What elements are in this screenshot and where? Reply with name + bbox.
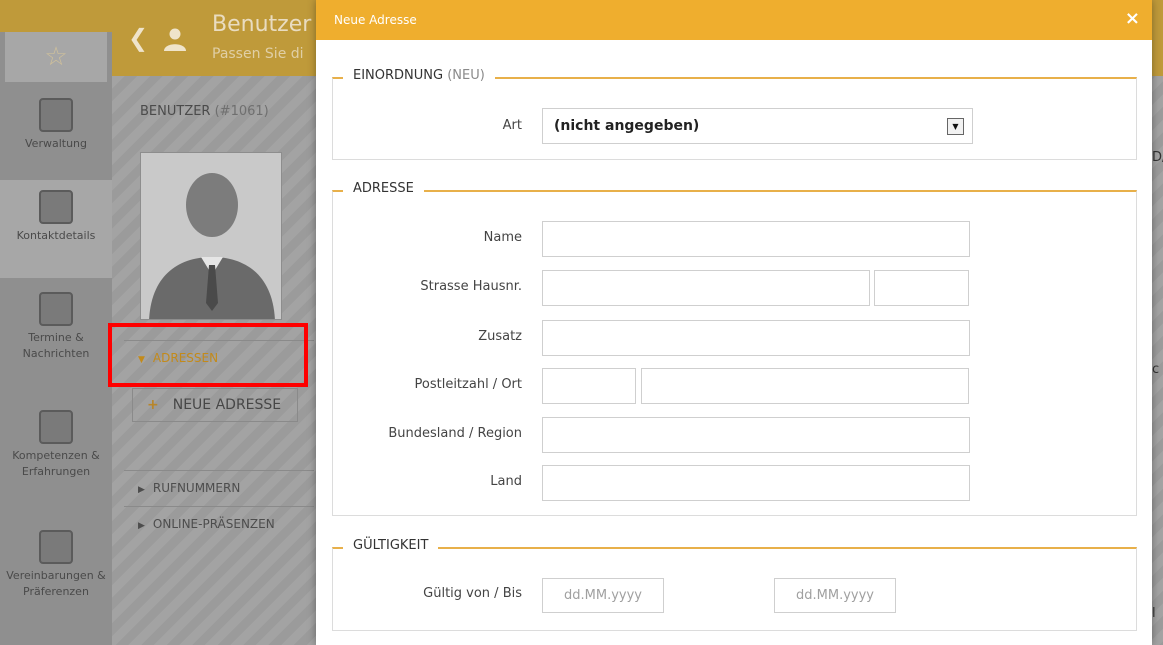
- sidebar-item-vereinbarungen[interactable]: Vereinbarungen & Präferenzen: [0, 524, 112, 634]
- classification-legend: EINORDNUNG (NEU): [343, 68, 495, 83]
- peek-text: l: [1152, 606, 1156, 621]
- address-book-icon: [39, 190, 73, 224]
- user-silhouette-icon: [149, 173, 275, 319]
- city-field[interactable]: [641, 368, 969, 404]
- type-label: Art: [502, 118, 522, 133]
- page-subtitle: Passen Sie di: [212, 46, 304, 62]
- dropdown-arrow-icon[interactable]: ▼: [947, 118, 964, 135]
- avatar: [140, 152, 282, 320]
- lightbulb-book-icon: [39, 410, 73, 444]
- user-icon: [164, 28, 186, 51]
- extra-field[interactable]: [542, 320, 970, 356]
- valid-from-field[interactable]: [542, 578, 664, 613]
- caret-right-icon: ▶: [138, 521, 145, 531]
- sidebar-item-kompetenzen[interactable]: Kompetenzen & Erfahrungen: [0, 404, 112, 514]
- dialog-title: Neue Adresse: [334, 13, 417, 27]
- plus-icon: +: [147, 397, 159, 413]
- sidebar-item-label: Vereinbarungen & Präferenzen: [6, 569, 106, 598]
- name-label: Name: [483, 230, 522, 245]
- calendar-icon: [39, 292, 73, 326]
- highlight-box: [108, 323, 308, 387]
- caret-right-icon: ▶: [138, 485, 145, 495]
- house-number-field[interactable]: [874, 270, 969, 306]
- street-field[interactable]: [542, 270, 870, 306]
- new-address-button[interactable]: + NEUE ADRESSE: [132, 388, 298, 422]
- state-label: Bundesland / Region: [388, 426, 522, 441]
- contract-icon: [39, 530, 73, 564]
- sidebar-item-label: Kontaktdetails: [16, 229, 96, 242]
- address-legend: ADRESSE: [343, 181, 424, 196]
- back-chevron-icon[interactable]: ❮: [128, 24, 148, 52]
- dialog-header: Neue Adresse ×: [316, 0, 1152, 40]
- page-title: Benutzer: [212, 12, 312, 37]
- extra-label: Zusatz: [478, 329, 522, 344]
- sidebar-item-kontaktdetails[interactable]: Kontaktdetails: [0, 180, 112, 278]
- validity-legend: GÜLTIGKEIT: [343, 538, 439, 553]
- zip-city-label: Postleitzahl / Ort: [414, 377, 522, 392]
- name-field[interactable]: [542, 221, 970, 257]
- country-field[interactable]: [542, 465, 970, 501]
- state-field[interactable]: [542, 417, 970, 453]
- accordion-phone-numbers[interactable]: ▶ RUFNUMMERN: [124, 470, 314, 506]
- valid-to-field[interactable]: [774, 578, 896, 613]
- type-select[interactable]: (nicht angegeben) ▼: [542, 108, 973, 144]
- close-icon[interactable]: ×: [1125, 8, 1140, 29]
- sidebar-item-termine[interactable]: Termine & Nachrichten: [0, 286, 112, 396]
- new-address-dialog: Neue Adresse × EINORDNUNG (NEU) Art (nic…: [316, 0, 1152, 645]
- accordion-online-presences[interactable]: ▶ ONLINE-PRÄSENZEN: [124, 506, 314, 542]
- favorites-star-icon[interactable]: ☆: [5, 32, 107, 82]
- org-chart-icon: [39, 98, 73, 132]
- peek-text: c: [1152, 362, 1160, 377]
- country-label: Land: [490, 474, 522, 489]
- sidebar-item-verwaltung[interactable]: Verwaltung: [0, 92, 112, 180]
- sidebar-item-label: Verwaltung: [25, 137, 87, 150]
- user-section-legend: BENUTZER (#1061): [140, 104, 269, 119]
- zip-field[interactable]: [542, 368, 636, 404]
- peek-text: D/: [1152, 150, 1163, 165]
- street-label: Strasse Hausnr.: [420, 279, 522, 294]
- sidebar-item-label: Kompetenzen & Erfahrungen: [12, 449, 100, 478]
- validity-label: Gültig von / Bis: [423, 586, 522, 601]
- sidebar-item-label: Termine & Nachrichten: [22, 331, 90, 360]
